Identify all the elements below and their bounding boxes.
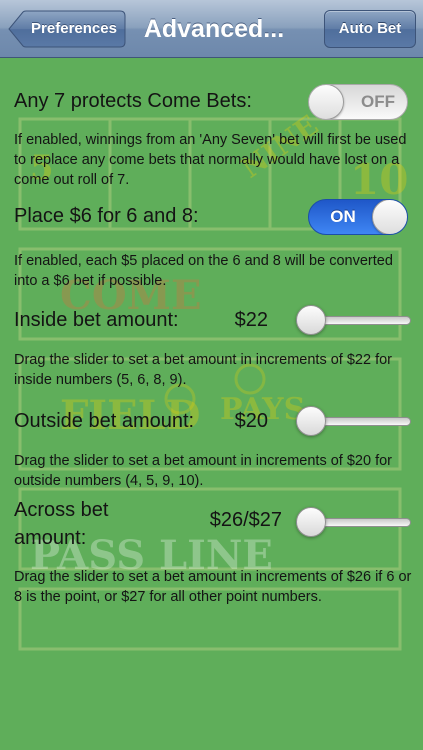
outside-bet-label: Outside bet amount: [14,410,195,432]
inside-bet-amount: $22 [234,309,268,331]
across-bet-description: Drag the slider to set a bet amount in i… [14,569,412,605]
across-bet-slider[interactable] [296,507,411,537]
across-bet-label-line2: amount: [14,527,87,549]
inside-bet-slider[interactable] [296,305,411,335]
inside-bet-description: Drag the slider to set a bet amount in i… [14,352,393,388]
toggle-knob [372,200,407,234]
toggle-state-text: OFF [361,92,395,111]
auto-bet-button[interactable]: Auto Bet [324,10,416,48]
inside-bet-label: Inside bet amount: [14,309,179,331]
toggle-knob [309,85,344,119]
navigation-bar: Preferences Advanced... Auto Bet [0,0,423,58]
back-button-label: Preferences [31,20,117,37]
page-title: Advanced... [143,15,285,43]
outside-bet-description: Drag the slider to set a bet amount in i… [14,453,393,489]
place6-description: If enabled, each $5 placed on the 6 and … [14,253,393,289]
outside-bet-amount: $20 [234,410,268,432]
outside-bet-slider[interactable] [296,406,411,436]
any7-toggle[interactable]: OFF [308,84,408,120]
across-bet-amount: $26/$27 [209,509,282,531]
slider-thumb[interactable] [296,507,326,537]
across-bet-label-line1: Across bet [14,499,109,521]
any7-label: Any 7 protects Come Bets: [14,90,252,112]
slider-thumb[interactable] [296,406,326,436]
preferences-back-button[interactable]: Preferences [8,10,126,48]
place6-toggle[interactable]: ON [308,199,408,235]
place6-label: Place $6 for 6 and 8: [14,205,199,227]
across-bet-label: Across bet amount: [14,496,108,552]
any7-description: If enabled, winnings from an 'Any Seven'… [14,132,407,188]
toggle-state-text: ON [330,207,356,226]
slider-thumb[interactable] [296,305,326,335]
